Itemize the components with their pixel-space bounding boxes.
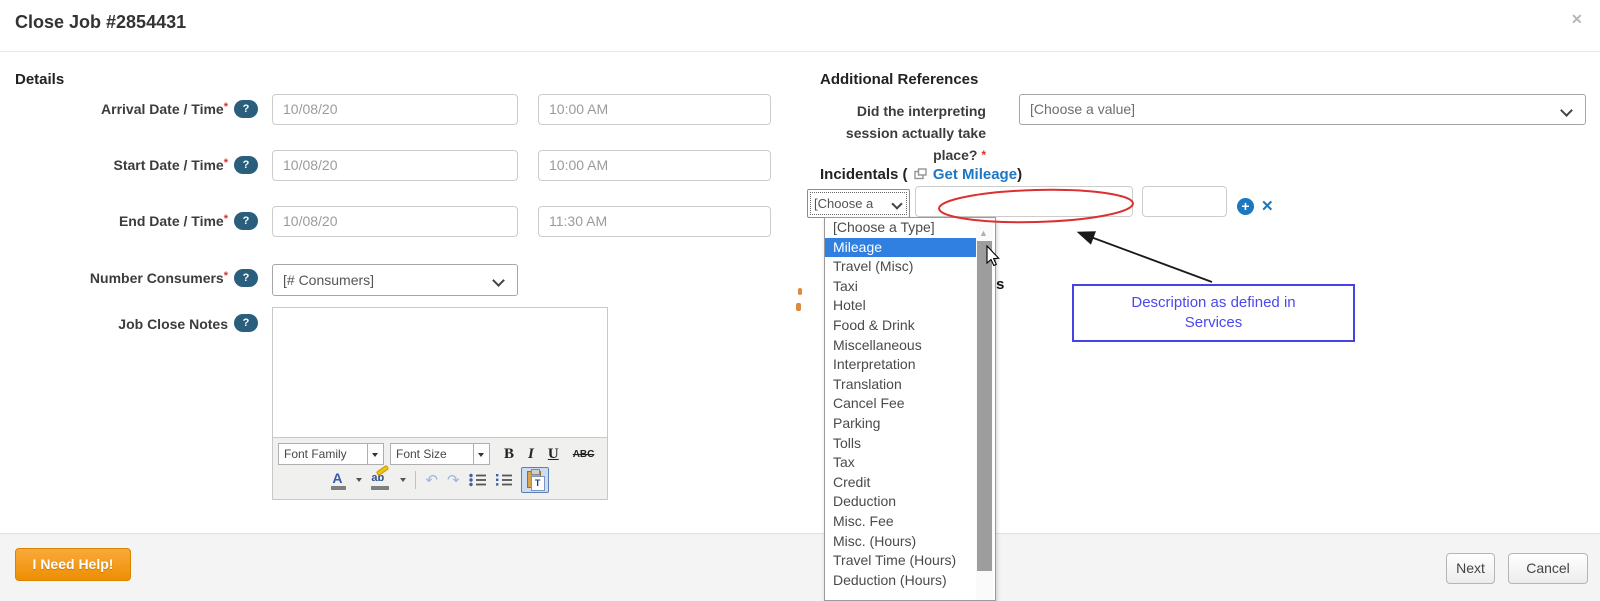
hidden-label-fragment: s [996, 276, 1005, 293]
incidental-type-option[interactable]: Mileage [825, 237, 976, 258]
incidental-type-select[interactable]: [Choose a [807, 189, 910, 218]
help-icon[interactable]: ? [234, 212, 258, 230]
highlight-color-dropdown-icon[interactable] [400, 478, 407, 482]
required-mark: * [223, 213, 228, 225]
incidental-type-option[interactable]: Misc. Fee [825, 512, 976, 532]
scrollbar-thumb[interactable] [977, 241, 992, 571]
paste-as-text-button[interactable]: T [520, 467, 549, 493]
incidental-type-option[interactable]: Deduction [825, 492, 976, 512]
notes-editor-textarea[interactable] [272, 307, 608, 438]
incidental-type-option[interactable]: Travel (Misc) [825, 257, 976, 277]
font-size-select[interactable]: Font Size [390, 443, 490, 465]
help-icon[interactable]: ? [234, 314, 258, 332]
close-job-dialog: Close Job #2854431 ✕ Details Arrival Dat… [0, 0, 1600, 601]
required-mark: * [981, 148, 986, 162]
hidden-fragment-mark [796, 303, 801, 311]
highlight-color-button[interactable]: ab [371, 464, 391, 490]
incidental-type-option[interactable]: Deduction (Hours) [825, 571, 976, 591]
incidental-type-option[interactable]: Hotel [825, 296, 976, 316]
italic-button[interactable]: I [524, 446, 538, 463]
end-date-input[interactable]: 10/08/20 [272, 206, 518, 237]
annotation-overlay [796, 188, 1213, 311]
footer-bar [0, 533, 1600, 601]
bullet-list-icon[interactable] [468, 473, 486, 487]
text-color-dropdown-icon[interactable] [356, 478, 363, 482]
notes-editor-toolbar: Font Family Font Size B I U ABC A ab ↶ ↷… [272, 438, 608, 500]
undo-icon[interactable]: ↶ [425, 471, 438, 489]
incidental-type-dropdown: [Choose a Type] Mileage Travel (Misc) Taxi H… [824, 217, 996, 601]
annotation-note: Description as defined in Services [1072, 284, 1355, 342]
chevron-down-icon [492, 274, 505, 287]
end-label: End Date / Time* [118, 213, 228, 229]
chevron-down-icon [891, 198, 903, 210]
strikethrough-button[interactable]: ABC [569, 449, 599, 460]
arrival-date-input[interactable]: 10/08/20 [272, 94, 518, 125]
next-button[interactable]: Next [1446, 553, 1495, 584]
remove-incidental-icon[interactable]: ✕ [1261, 197, 1274, 215]
help-icon[interactable]: ? [234, 269, 258, 287]
bold-button[interactable]: B [500, 446, 518, 463]
font-family-select[interactable]: Font Family [278, 443, 384, 465]
chevron-down-icon[interactable] [368, 443, 384, 465]
required-mark: * [223, 157, 228, 169]
page-title: Close Job #2854431 [15, 12, 187, 32]
annotation-arrow [1076, 231, 1213, 283]
job-close-notes-label: Job Close Notes [118, 316, 228, 332]
incidental-description-input[interactable] [915, 186, 1133, 217]
hidden-fragment-mark [798, 288, 802, 295]
need-help-button[interactable]: I Need Help! [15, 548, 131, 581]
chevron-down-icon [1560, 104, 1573, 117]
close-icon[interactable]: ✕ [1571, 11, 1583, 28]
details-heading: Details [15, 71, 65, 88]
external-window-icon [914, 168, 927, 180]
help-icon[interactable]: ? [234, 100, 258, 118]
session-question-select[interactable]: [Choose a value] [1019, 94, 1586, 125]
add-incidental-icon[interactable]: + [1237, 198, 1254, 215]
text-color-button[interactable]: A [331, 470, 347, 490]
required-mark: * [223, 270, 228, 282]
start-date-input[interactable]: 10/08/20 [272, 150, 518, 181]
scroll-up-icon[interactable]: ▲ [979, 228, 988, 238]
incidental-type-option[interactable]: Food & Drink [825, 316, 976, 336]
get-mileage-link[interactable]: Get Mileage [933, 166, 1017, 183]
incidentals-heading: Incidentals ( Get Mileage) [820, 166, 1023, 183]
required-mark: * [223, 101, 228, 113]
dropdown-scrollbar[interactable]: ▲ [976, 218, 993, 600]
incidental-type-option[interactable]: Credit [825, 473, 976, 493]
arrival-label: Arrival Date / Time* [101, 101, 228, 117]
additional-references-heading: Additional References [820, 71, 979, 88]
incidental-type-option[interactable]: Miscellaneous [825, 336, 976, 356]
incidental-type-option[interactable]: Tolls [825, 434, 976, 454]
incidental-type-option[interactable]: Tax [825, 453, 976, 473]
incidental-type-option[interactable]: Cancel Fee [825, 394, 976, 414]
start-label: Start Date / Time* [113, 157, 228, 173]
numbered-list-icon[interactable] [495, 473, 512, 487]
underline-button[interactable]: U [544, 446, 563, 463]
incidental-type-dropdown-list: [Choose a Type] Mileage Travel (Misc) Taxi H… [825, 218, 976, 590]
incidental-type-option[interactable]: Travel Time (Hours) [825, 551, 976, 571]
incidental-type-option[interactable]: [Choose a Type] [825, 218, 976, 238]
end-time-input[interactable]: 11:30 AM [538, 206, 771, 237]
toolbar-separator [415, 471, 417, 489]
redo-icon[interactable]: ↷ [447, 471, 460, 489]
incidental-type-option[interactable]: Interpretation [825, 355, 976, 375]
incidental-amount-input[interactable] [1142, 186, 1227, 217]
incidental-type-option[interactable]: Taxi [825, 277, 976, 297]
chevron-down-icon[interactable] [474, 443, 490, 465]
cancel-button[interactable]: Cancel [1508, 553, 1588, 584]
help-icon[interactable]: ? [234, 156, 258, 174]
session-question-label: Did the interpreting session actually ta… [845, 103, 986, 163]
incidental-type-option[interactable]: Translation [825, 375, 976, 395]
number-consumers-label: Number Consumers* [89, 270, 228, 286]
number-consumers-select[interactable]: [# Consumers] [272, 264, 518, 296]
incidental-type-option[interactable]: Parking [825, 414, 976, 434]
incidental-type-option[interactable]: Misc. (Hours) [825, 532, 976, 552]
header-divider [0, 51, 1600, 52]
